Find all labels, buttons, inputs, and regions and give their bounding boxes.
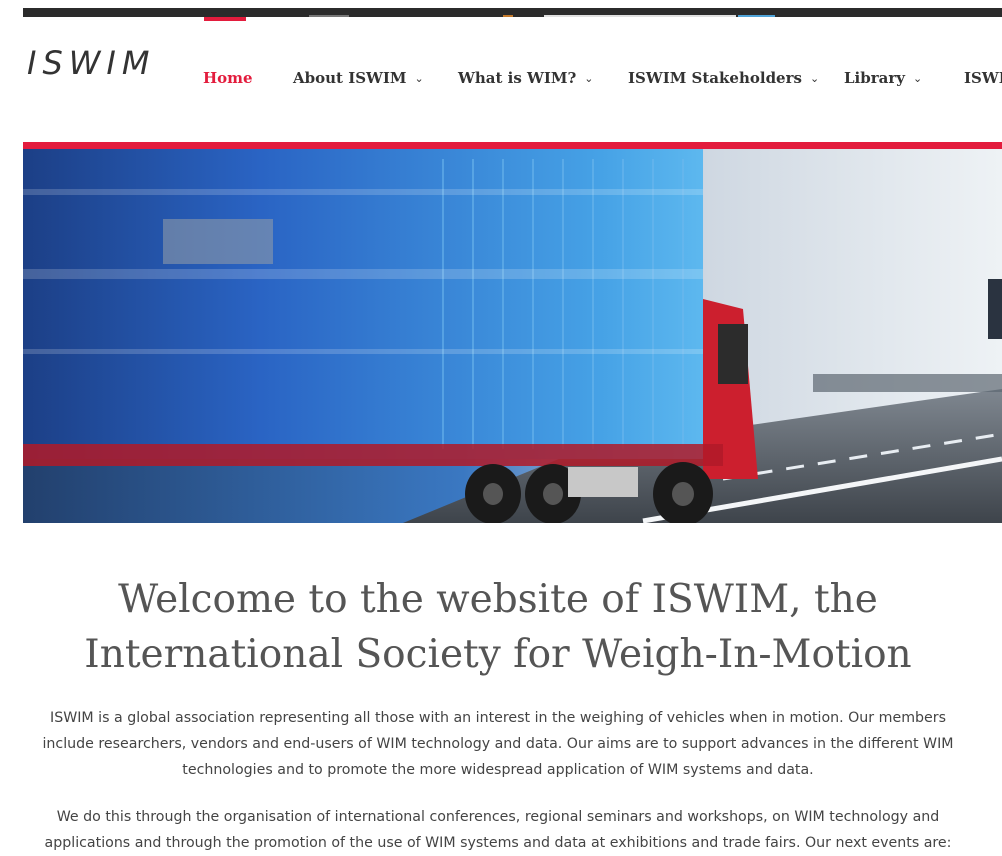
nav-item-label: ISWI	[964, 69, 1002, 87]
nav-item-label: Library	[844, 69, 905, 87]
truck-photo-icon	[23, 149, 1002, 523]
nav-item-label: ISWIM Stakeholders	[628, 69, 802, 87]
intro-paragraph: ISWIM is a global association representi…	[42, 710, 954, 778]
nav-item-what-is-wim[interactable]: What is WIM? ⌄	[458, 67, 593, 89]
chevron-down-icon: ⌄	[809, 72, 820, 85]
nav-item-iswim-more[interactable]: ISWI	[964, 67, 1002, 89]
events-paragraph: We do this through the organisation of i…	[44, 809, 952, 851]
nav-item-library[interactable]: Library ⌄	[844, 67, 922, 89]
main-nav: Home About ISWIM ⌄ What is WIM? ⌄ ISWIM St…	[0, 0, 1002, 140]
nav-item-iswim-stakeholders[interactable]: ISWIM Stakeholders ⌄	[628, 67, 819, 89]
nav-item-label: What is WIM?	[458, 69, 577, 87]
chevron-down-icon: ⌄	[584, 72, 594, 85]
hero-image	[23, 149, 1002, 523]
active-nav-indicator	[204, 17, 246, 21]
nav-item-label: About ISWIM	[293, 69, 407, 87]
page-title: Welcome to the website of ISWIM, the Int…	[84, 577, 912, 677]
nav-item-home[interactable]: Home	[203, 67, 253, 89]
header-divider	[23, 142, 1002, 149]
nav-item-label: Home	[203, 69, 253, 87]
chevron-down-icon: ⌄	[414, 72, 424, 85]
nav-item-about-iswim[interactable]: About ISWIM ⌄	[293, 67, 424, 89]
chevron-down-icon: ⌄	[912, 72, 923, 85]
